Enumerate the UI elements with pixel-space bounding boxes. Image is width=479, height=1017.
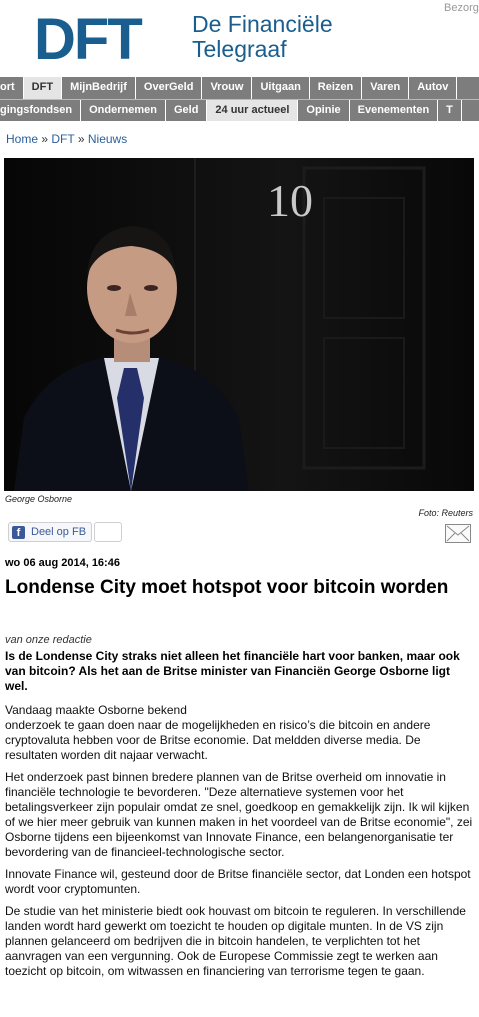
article-paragraph: De studie van het ministerie biedt ook h…: [5, 904, 466, 978]
secondary-nav: gingsfondsen Ondernemen Geld 24 uur actu…: [0, 99, 479, 121]
subnav-item-beleggingsfondsen[interactable]: gingsfondsen: [0, 100, 82, 121]
article-title: Londense City moet hotspot voor bitcoin …: [5, 577, 449, 598]
facebook-share-button[interactable]: f Deel op FB: [8, 522, 93, 542]
dft-logo[interactable]: DFT: [34, 11, 143, 69]
share-count-bubble: [94, 522, 123, 542]
nav-item-reizen[interactable]: Reizen: [310, 77, 363, 99]
nav-item-autovisie[interactable]: Autov: [409, 77, 458, 99]
subnav-item-geld[interactable]: Geld: [166, 100, 208, 121]
photo-credit: Foto: Reuters: [418, 508, 473, 518]
paragraph-first-line: Vandaag maakte Osborne bekend: [5, 703, 187, 717]
subnav-item-more[interactable]: T: [438, 100, 462, 121]
breadcrumb-home[interactable]: Home: [6, 132, 38, 146]
primary-nav: ort DFT MijnBedrijf OverGeld Vrouw Uitga…: [0, 77, 479, 99]
article-date: wo 06 aug 2014, 16:46: [5, 557, 120, 569]
door-number: 10: [267, 175, 313, 226]
breadcrumb-nieuws[interactable]: Nieuws: [88, 132, 127, 146]
breadcrumb: Home » DFT » Nieuws: [6, 132, 127, 146]
site-name[interactable]: De Financiële Telegraaf: [192, 12, 333, 62]
nav-item-overgeld[interactable]: OverGeld: [136, 77, 203, 99]
facebook-icon: f: [12, 525, 25, 539]
share-bar: f Deel op FB: [8, 521, 123, 543]
breadcrumb-dft[interactable]: DFT: [51, 132, 74, 146]
photo-illustration: 10: [4, 158, 474, 491]
delivery-link[interactable]: Bezorg: [444, 2, 479, 14]
site-header: DFT De Financiële Telegraaf Bezorg: [0, 0, 479, 76]
subnav-item-evenementen[interactable]: Evenementen: [350, 100, 439, 121]
article-body: Vandaag maakte Osborne bekend onderzoek …: [5, 703, 473, 986]
article-byline: van onze redactie: [5, 634, 92, 646]
nav-item-mijnbedrijf[interactable]: MijnBedrijf: [62, 77, 136, 99]
breadcrumb-separator: »: [41, 132, 49, 146]
nav-item-sport[interactable]: ort: [0, 77, 24, 99]
article-lead: Is de Londense City straks niet alleen h…: [5, 649, 460, 693]
subnav-item-opinie[interactable]: Opinie: [298, 100, 350, 121]
photo-caption: George Osborne: [5, 494, 73, 504]
facebook-share-label: Deel op FB: [31, 526, 87, 538]
article-paragraph: Vandaag maakte Osborne bekend onderzoek …: [5, 703, 473, 763]
nav-item-vrouw[interactable]: Vrouw: [202, 77, 253, 99]
nav-item-dft[interactable]: DFT: [23, 77, 63, 99]
subnav-item-24-uur-actueel[interactable]: 24 uur actueel: [207, 100, 299, 121]
site-name-line2: Telegraaf: [192, 36, 287, 62]
envelope-icon: [446, 525, 470, 542]
article-paragraph: Het onderzoek past binnen bredere planne…: [5, 770, 473, 859]
email-share-icon[interactable]: [445, 524, 471, 543]
article-photo: 10: [4, 158, 474, 491]
breadcrumb-separator: »: [77, 132, 85, 146]
subnav-item-ondernemen[interactable]: Ondernemen: [81, 100, 166, 121]
site-name-line1: De Financiële: [192, 11, 333, 37]
article-paragraph: Innovate Finance wil, gesteund door de B…: [5, 867, 471, 896]
nav-item-uitgaan[interactable]: Uitgaan: [252, 77, 310, 99]
nav-item-varen[interactable]: Varen: [362, 77, 410, 99]
paragraph-text: onderzoek te gaan doen naar de mogelijkh…: [5, 718, 431, 762]
